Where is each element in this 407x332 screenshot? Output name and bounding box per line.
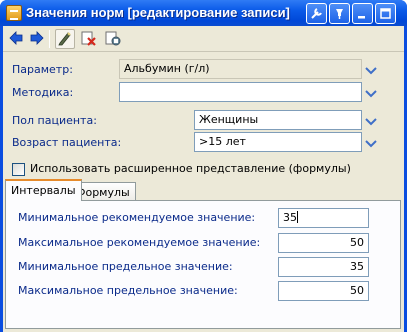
window-title: Значения норм [редактирование записи] bbox=[26, 5, 290, 20]
extended-representation-checkbox[interactable] bbox=[12, 163, 25, 176]
delete-record-icon bbox=[81, 30, 97, 49]
client-area: Параметр: Альбумин (г/л) Методика: Пол п… bbox=[3, 26, 404, 332]
edit-pen-icon bbox=[57, 30, 73, 49]
toolbar bbox=[3, 26, 404, 52]
tools-icon bbox=[307, 4, 326, 23]
toolbar-separator bbox=[49, 30, 50, 48]
min-recommended-input[interactable]: 35 bbox=[278, 208, 369, 228]
method-dropdown-icon[interactable] bbox=[364, 88, 378, 100]
maximize-icon bbox=[376, 4, 395, 23]
edit-button[interactable] bbox=[55, 29, 75, 49]
extended-representation-label[interactable]: Использовать расширенное представление (… bbox=[30, 162, 351, 175]
maximize-button[interactable] bbox=[375, 3, 396, 24]
minimize-button[interactable] bbox=[352, 3, 373, 24]
text-caret bbox=[297, 211, 298, 223]
patient-age-field[interactable]: >15 лет bbox=[194, 132, 362, 152]
parameter-label: Параметр: bbox=[12, 63, 73, 76]
method-field[interactable] bbox=[119, 82, 362, 102]
forward-button[interactable] bbox=[27, 29, 47, 49]
app-icon bbox=[6, 5, 22, 21]
back-button[interactable] bbox=[6, 29, 26, 49]
back-arrow-icon bbox=[9, 30, 23, 48]
min-recommended-value: 35 bbox=[283, 211, 297, 224]
parameter-field: Альбумин (г/л) bbox=[119, 59, 362, 79]
pin-icon bbox=[330, 4, 349, 23]
parameter-dropdown-icon[interactable] bbox=[364, 65, 378, 77]
tools-button[interactable] bbox=[306, 3, 327, 24]
min-limit-input[interactable]: 35 bbox=[278, 257, 369, 277]
forward-arrow-icon bbox=[30, 30, 44, 48]
max-recommended-input[interactable]: 50 bbox=[278, 233, 369, 253]
patient-sex-dropdown-icon[interactable] bbox=[364, 116, 378, 128]
title-bar[interactable]: Значения норм [редактирование записи] bbox=[0, 0, 407, 26]
patient-sex-field[interactable]: Женщины bbox=[194, 110, 362, 130]
tab-intervals[interactable]: Интервалы bbox=[5, 179, 82, 201]
patient-sex-label: Пол пациента: bbox=[12, 114, 97, 127]
patient-age-label: Возраст пациента: bbox=[12, 136, 122, 149]
save-button[interactable] bbox=[103, 29, 123, 49]
delete-button[interactable] bbox=[79, 29, 99, 49]
min-limit-label: Минимальное предельное значение: bbox=[18, 260, 233, 273]
minimize-icon bbox=[353, 4, 372, 23]
min-recommended-label: Минимальное рекомендуемое значение: bbox=[18, 211, 256, 224]
max-limit-label: Максимальное предельное значение: bbox=[18, 284, 238, 297]
save-record-icon bbox=[105, 30, 121, 49]
method-label: Методика: bbox=[12, 86, 74, 99]
app-window: Значения норм [редактирование записи] Па… bbox=[0, 0, 407, 332]
pin-button[interactable] bbox=[329, 3, 350, 24]
intervals-panel: Минимальное рекомендуемое значение: 35 М… bbox=[5, 200, 401, 329]
max-limit-input[interactable]: 50 bbox=[278, 281, 369, 301]
max-recommended-label: Максимальное рекомендуемое значение: bbox=[18, 236, 261, 249]
patient-age-dropdown-icon[interactable] bbox=[364, 138, 378, 150]
